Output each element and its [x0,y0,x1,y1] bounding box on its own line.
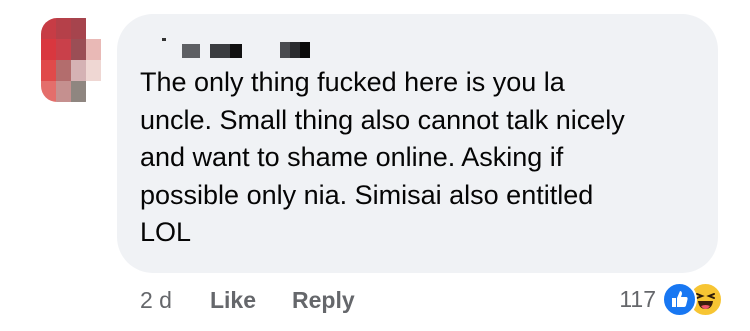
like-button[interactable]: Like [210,287,256,314]
avatar[interactable] [41,18,101,102]
comment-text: The only thing fucked here is you la unc… [140,67,625,247]
reply-button[interactable]: Reply [292,287,355,314]
reaction-count: 117 [619,285,656,312]
comment-bubble: The only thing fucked here is you la unc… [117,14,718,273]
like-reaction-icon [662,281,697,317]
reaction-summary[interactable]: 117 [619,281,723,317]
comment-actions: 2 d Like Reply [140,284,391,316]
author-name-redacted[interactable] [140,36,330,58]
comment-timestamp[interactable]: 2 d [140,287,172,314]
